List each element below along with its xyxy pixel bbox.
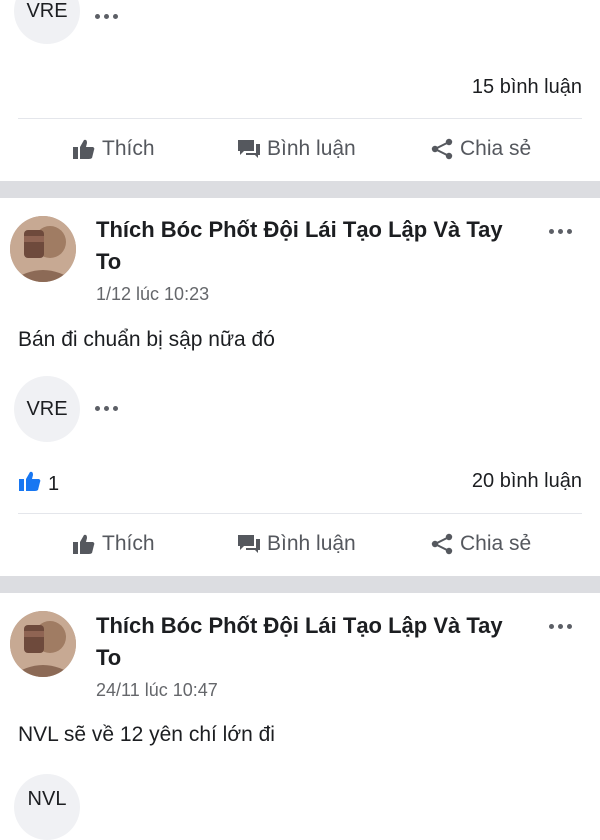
divider [18, 513, 582, 514]
avatar[interactable] [10, 611, 76, 677]
thumbs-up-icon [72, 533, 96, 555]
post-tag-label: VRE [26, 0, 68, 22]
like-label: Thích [102, 137, 155, 160]
share-label: Chia sẻ [460, 532, 532, 555]
post-tag[interactable]: VRE [14, 0, 80, 44]
post-more-icon[interactable] [549, 229, 572, 234]
post-timestamp[interactable]: 24/11 lúc 10:47 [96, 680, 218, 701]
share-icon [430, 532, 454, 556]
like-button[interactable]: Thích [72, 137, 155, 161]
post-separator [0, 181, 600, 198]
share-icon [430, 137, 454, 161]
reaction-count[interactable]: 1 [18, 470, 59, 498]
comment-icon [237, 138, 261, 160]
post-author[interactable]: Thích Bóc Phốt Đội Lái Tạo Lập Và Tay To [96, 214, 526, 278]
comment-button[interactable]: Bình luận [237, 137, 356, 161]
post-text: Bán đi chuẩn bị sập nữa đó [18, 328, 275, 351]
post-tag-label: VRE [26, 397, 68, 420]
share-button[interactable]: Chia sẻ [430, 532, 531, 556]
share-label: Chia sẻ [460, 137, 532, 160]
like-reaction-icon [18, 470, 42, 498]
divider [18, 118, 582, 119]
comment-count[interactable]: 20 bình luận [472, 470, 582, 493]
like-button[interactable]: Thích [72, 532, 155, 556]
comment-label: Bình luận [267, 532, 356, 555]
post-tag[interactable]: NVL [14, 774, 80, 840]
post-text: NVL sẽ về 12 yên chí lớn đi [18, 723, 275, 746]
comment-button[interactable]: Bình luận [237, 532, 356, 556]
share-button[interactable]: Chia sẻ [430, 137, 531, 161]
thumbs-up-icon [72, 138, 96, 160]
like-count: 1 [48, 472, 60, 495]
post-separator [0, 576, 600, 593]
post-author[interactable]: Thích Bóc Phốt Đội Lái Tạo Lập Và Tay To [96, 610, 526, 674]
post-tag[interactable]: VRE [14, 376, 80, 442]
tag-more-icon[interactable] [95, 14, 118, 19]
avatar[interactable] [10, 216, 76, 282]
comment-label: Bình luận [267, 137, 356, 160]
comment-count[interactable]: 15 bình luận [472, 76, 582, 99]
post-timestamp[interactable]: 1/12 lúc 10:23 [96, 284, 209, 305]
comment-icon [237, 533, 261, 555]
post-more-icon[interactable] [549, 624, 572, 629]
tag-more-icon[interactable] [95, 406, 118, 411]
like-label: Thích [102, 532, 155, 555]
